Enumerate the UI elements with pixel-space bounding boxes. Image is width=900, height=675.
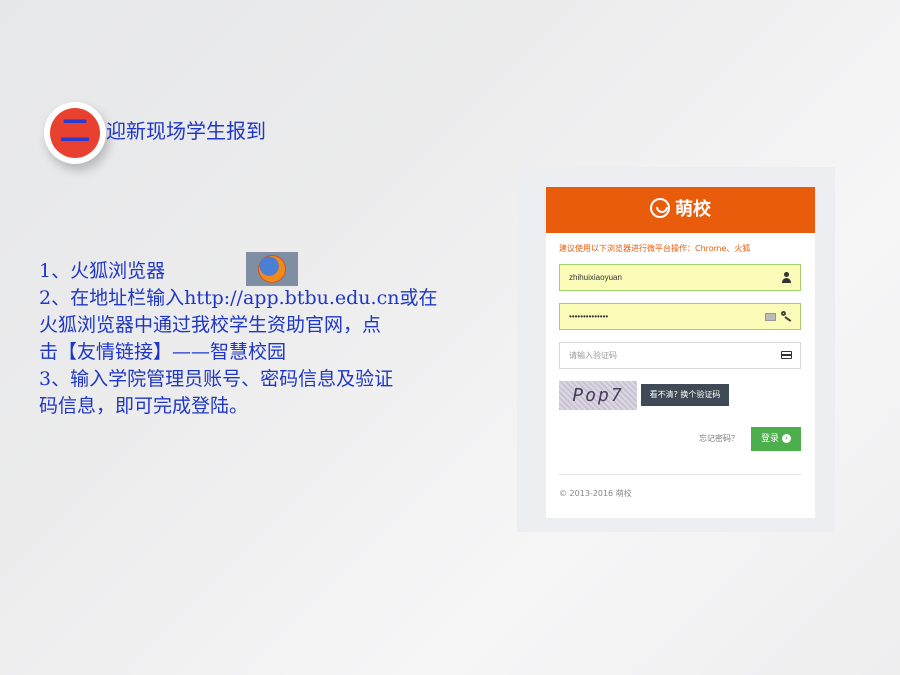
instruction-line: 码信息，即可完成登陆。 [39, 395, 249, 417]
instruction-line: 3、输入学院管理员账号、密码信息及验证 [39, 368, 394, 390]
forgot-password-link[interactable]: 忘记密码？ [699, 433, 739, 444]
user-icon [781, 272, 792, 283]
key-icon [781, 311, 792, 322]
section-title: 迎新现场学生报到 [106, 119, 266, 143]
captcha-input[interactable]: 请输入验证码 [559, 342, 801, 369]
login-button[interactable]: 登录 › [751, 427, 801, 451]
smile-logo-icon [650, 198, 670, 218]
password-value: •••••••••••••• [569, 312, 609, 321]
keyboard-icon[interactable] [765, 313, 776, 321]
instruction-line: 1、火狐浏览器 [39, 260, 166, 282]
login-header: 萌校 [546, 187, 815, 233]
password-field[interactable]: •••••••••••••• [559, 303, 801, 330]
refresh-captcha-button[interactable]: 看不清? 换个验证码 [641, 384, 729, 406]
login-screenshot: 萌校 建议使用以下浏览器进行微平台操作：Chrome、火狐 zhihuixiao… [517, 167, 835, 532]
instruction-line: 火狐浏览器中通过我校学生资助官网，点 [39, 314, 382, 336]
browser-notice: 建议使用以下浏览器进行微平台操作：Chrome、火狐 [559, 244, 751, 253]
username-field[interactable]: zhihuixiaoyuan [559, 264, 801, 291]
captcha-image[interactable]: Pop7 [559, 381, 637, 410]
instruction-line: 击【友情链接】——智慧校园 [39, 341, 287, 363]
instruction-line: 2、在地址栏输入http://app.btbu.edu.cn或在 [39, 287, 438, 309]
card-icon [781, 351, 792, 359]
divider [559, 474, 801, 475]
brand-name: 萌校 [675, 199, 711, 220]
login-card: 萌校 建议使用以下浏览器进行微平台操作：Chrome、火狐 zhihuixiao… [546, 187, 815, 518]
login-button-label: 登录 [760, 434, 779, 444]
section-badge: 二 [44, 102, 106, 164]
captcha-placeholder: 请输入验证码 [569, 351, 617, 360]
username-value: zhihuixiaoyuan [569, 273, 622, 282]
copyright: © 2013-2016 萌校 [559, 489, 632, 498]
section-number: 二 [50, 108, 100, 158]
instructions: 1、火狐浏览器 2、在地址栏输入http://app.btbu.edu.cn或在… [39, 258, 479, 420]
arrow-right-icon: › [782, 434, 791, 443]
